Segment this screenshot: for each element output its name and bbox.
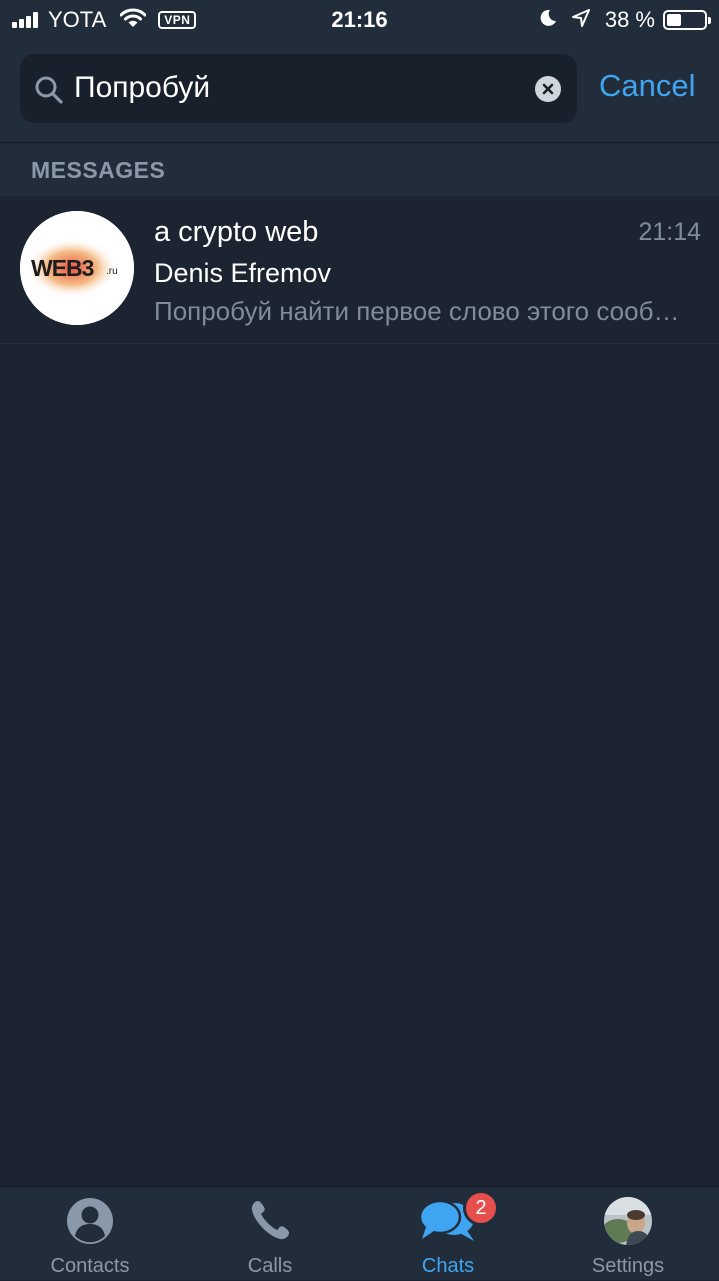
tab-settings[interactable]: Settings (538, 1187, 718, 1281)
status-bar: YOTA VPN 21:16 38 % (0, 0, 719, 40)
chat-name: a crypto web (154, 216, 319, 248)
tab-bar: Contacts Calls Chats Settings (0, 1186, 719, 1280)
message-time: 21:14 (638, 218, 701, 246)
web3-logo-icon: WEB3 .ru (20, 211, 134, 325)
svg-text:.ru: .ru (106, 266, 118, 277)
battery-fill (667, 14, 681, 26)
chat-avatar: WEB3 .ru (20, 211, 134, 325)
location-arrow-icon (571, 8, 591, 33)
tab-calls[interactable]: Calls (180, 1187, 360, 1281)
message-preview: Попробуй найти первое слово этого сообще… (154, 296, 699, 326)
tab-chats[interactable]: Chats (358, 1187, 538, 1281)
section-title: MESSAGES (31, 157, 166, 183)
person-icon (67, 1198, 113, 1244)
search-header: Cancel (0, 40, 719, 143)
settings-avatar (604, 1197, 652, 1245)
chats-unread-badge: 2 (463, 1190, 499, 1226)
tab-contacts[interactable]: Contacts (0, 1187, 180, 1281)
cancel-button[interactable]: Cancel (599, 68, 696, 104)
tab-label-calls: Calls (247, 1255, 293, 1277)
message-sender: Denis Efremov (154, 258, 332, 288)
search-input[interactable] (74, 66, 514, 110)
phone-icon (251, 1201, 289, 1240)
battery-icon (663, 10, 711, 30)
section-header: MESSAGES (0, 143, 719, 196)
battery-percent: 38 % (604, 7, 655, 32)
svg-text:WEB3: WEB3 (31, 255, 94, 281)
do-not-disturb-moon-icon (539, 9, 557, 32)
clear-search-icon[interactable] (535, 76, 561, 102)
search-result-item[interactable]: WEB3 .ru a crypto web 21:14 Denis Efremo… (0, 196, 719, 344)
search-box[interactable] (20, 54, 577, 123)
tab-label-contacts: Contacts (50, 1255, 130, 1277)
tab-label-settings: Settings (591, 1255, 665, 1277)
search-icon (34, 75, 64, 110)
tab-label-chats: Chats (421, 1255, 475, 1277)
status-right: 38 % (539, 7, 711, 33)
